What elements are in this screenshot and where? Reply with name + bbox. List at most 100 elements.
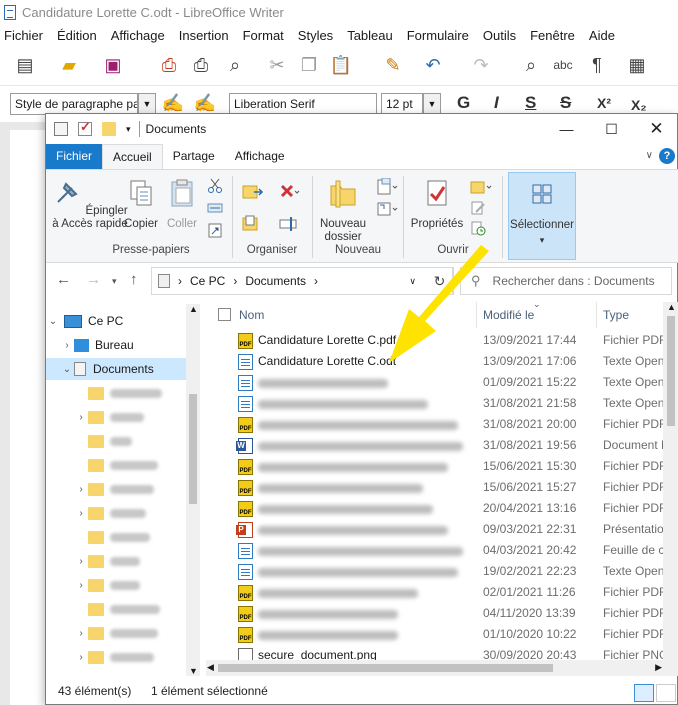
nav-item-documents[interactable]: ⌄ Documents bbox=[46, 358, 186, 380]
easy-access-icon[interactable] bbox=[376, 200, 398, 218]
paragraph-style-field[interactable]: Style de paragraphe par bbox=[10, 93, 138, 115]
file-row[interactable]: PDF 31/08/2021 20:00 Fichier PDF bbox=[206, 414, 666, 435]
file-row[interactable]: PDF 04/11/2020 13:39 Fichier PDF bbox=[206, 603, 666, 624]
help-icon[interactable]: ? bbox=[659, 148, 675, 164]
nav-subfolder[interactable] bbox=[46, 454, 186, 476]
print-preview-icon[interactable]: ⌕ bbox=[224, 54, 246, 76]
export-pdf-icon[interactable]: ⎙ bbox=[158, 54, 180, 76]
update-style-icon[interactable]: ✍ bbox=[162, 92, 184, 114]
scroll-down-icon[interactable]: ▼ bbox=[189, 666, 198, 676]
history-icon[interactable] bbox=[470, 220, 486, 236]
menu-format[interactable]: Format bbox=[243, 28, 284, 43]
checkmark-quick-icon[interactable] bbox=[78, 119, 92, 136]
expand-chevron-icon[interactable]: › bbox=[60, 340, 74, 351]
clone-formatting-icon[interactable]: ✎ bbox=[382, 54, 404, 76]
font-size-field[interactable]: 12 pt bbox=[381, 93, 423, 115]
maximize-button[interactable]: ☐ bbox=[589, 114, 634, 144]
edit-icon[interactable] bbox=[470, 200, 486, 216]
tab-accueil[interactable]: Accueil bbox=[102, 144, 163, 169]
strikethrough-button[interactable]: S bbox=[560, 93, 571, 113]
cut-icon[interactable]: ✂ bbox=[266, 54, 288, 76]
copy-to-icon[interactable] bbox=[242, 214, 264, 234]
file-row[interactable]: Candidature Lorette C.odt 13/09/2021 17:0… bbox=[206, 351, 667, 372]
collapse-chevron-icon[interactable]: ⌄ bbox=[46, 316, 60, 327]
new-document-icon[interactable]: ▤ bbox=[14, 54, 36, 76]
font-size-dropdown[interactable]: ▼ bbox=[423, 93, 441, 115]
column-divider[interactable] bbox=[596, 302, 597, 328]
back-arrow-icon[interactable]: ← bbox=[56, 271, 71, 288]
nav-subfolder[interactable]: › bbox=[46, 406, 186, 428]
subscript-button[interactable]: X₂ bbox=[631, 97, 647, 113]
nav-item-bureau[interactable]: › Bureau bbox=[46, 334, 186, 356]
insert-table-icon[interactable]: ▦ bbox=[626, 54, 648, 76]
file-row[interactable]: PDF 02/01/2021 11:26 Fichier PDF bbox=[206, 582, 666, 603]
menu-styles[interactable]: Styles bbox=[298, 28, 333, 43]
nav-item-ce-pc[interactable]: ⌄ Ce PC bbox=[46, 310, 186, 332]
file-row[interactable]: PDF 15/06/2021 15:30 Fichier PDF bbox=[206, 456, 666, 477]
paste-shortcut-icon[interactable] bbox=[207, 222, 223, 238]
spelling-icon[interactable]: abc bbox=[552, 54, 574, 76]
menu-tableau[interactable]: Tableau bbox=[347, 28, 393, 43]
address-dropdown-icon[interactable]: ∨ bbox=[409, 276, 416, 287]
nav-subfolder[interactable]: › bbox=[46, 574, 186, 596]
delete-icon[interactable] bbox=[278, 182, 300, 202]
select-all-checkbox[interactable] bbox=[218, 308, 231, 321]
expand-chevron-icon[interactable]: › bbox=[74, 508, 88, 519]
nav-subfolder[interactable]: › bbox=[46, 478, 186, 500]
breadcrumb-ce-pc[interactable]: Ce PC bbox=[190, 274, 225, 288]
move-to-icon[interactable] bbox=[242, 182, 264, 202]
rename-icon[interactable] bbox=[278, 214, 300, 234]
search-box[interactable]: ⚲ Rechercher dans : Documents bbox=[460, 267, 672, 295]
large-icons-view-icon[interactable] bbox=[656, 684, 676, 702]
nav-subfolder[interactable]: › bbox=[46, 502, 186, 524]
new-folder-quick-icon[interactable] bbox=[102, 122, 116, 136]
save-icon[interactable]: ▣ bbox=[102, 54, 124, 76]
select-button[interactable]: Sélectionner ▾ bbox=[508, 172, 576, 260]
file-list-vertical-scrollbar[interactable]: ▲ bbox=[663, 302, 678, 676]
expand-chevron-icon[interactable]: › bbox=[74, 484, 88, 495]
forward-arrow-icon[interactable]: → bbox=[86, 271, 101, 288]
tab-fichier[interactable]: Fichier bbox=[46, 144, 103, 169]
file-row[interactable]: PDF 20/04/2021 13:16 Fichier PDF bbox=[206, 498, 666, 519]
menu-fenetre[interactable]: Fenêtre bbox=[530, 28, 575, 43]
copy-button[interactable]: Copier bbox=[120, 178, 162, 231]
redo-icon[interactable]: ↷ bbox=[470, 54, 492, 76]
expand-chevron-icon[interactable]: › bbox=[74, 556, 88, 567]
column-divider[interactable] bbox=[476, 302, 477, 328]
menu-insertion[interactable]: Insertion bbox=[179, 28, 229, 43]
new-folder-button[interactable]: Nouveau dossier bbox=[314, 178, 372, 244]
open-folder-icon[interactable]: ▰ bbox=[58, 54, 80, 76]
find-replace-icon[interactable]: ⌕ bbox=[520, 54, 542, 76]
pin-quick-access-button[interactable]: Épingler à Accès rapide bbox=[52, 178, 128, 231]
tab-partage[interactable]: Partage bbox=[163, 144, 225, 169]
menu-aide[interactable]: Aide bbox=[589, 28, 615, 43]
copy-icon[interactable]: ❐ bbox=[298, 54, 320, 76]
file-list-horizontal-scrollbar[interactable]: ◀ ▶ bbox=[206, 660, 663, 676]
scroll-left-icon[interactable]: ◀ bbox=[207, 662, 214, 673]
scroll-up-icon[interactable]: ▲ bbox=[667, 302, 676, 312]
scrollbar-thumb[interactable] bbox=[189, 394, 197, 504]
new-style-icon[interactable]: ✍ bbox=[194, 92, 216, 114]
properties-button[interactable]: Propriétés bbox=[406, 178, 468, 231]
scrollbar-thumb[interactable] bbox=[667, 316, 675, 426]
file-row[interactable]: 19/02/2021 22:23 Texte OpenD bbox=[206, 561, 667, 582]
up-arrow-icon[interactable]: ↑ bbox=[130, 271, 138, 288]
italic-button[interactable]: I bbox=[494, 93, 499, 113]
refresh-icon[interactable]: ↻ bbox=[426, 267, 454, 295]
navigation-scrollbar[interactable]: ▲ ▼ bbox=[186, 304, 200, 676]
nav-subfolder[interactable] bbox=[46, 598, 186, 620]
nav-subfolder[interactable] bbox=[46, 382, 186, 404]
file-row[interactable]: 31/08/2021 19:56 Document M bbox=[206, 435, 667, 456]
nav-subfolder[interactable] bbox=[46, 526, 186, 548]
undo-icon[interactable]: ↶ bbox=[422, 54, 444, 76]
scroll-right-icon[interactable]: ▶ bbox=[655, 662, 662, 673]
open-with-icon[interactable] bbox=[470, 178, 492, 196]
menu-affichage[interactable]: Affichage bbox=[111, 28, 165, 43]
scrollbar-thumb[interactable] bbox=[218, 664, 553, 672]
nav-subfolder[interactable]: › bbox=[46, 646, 186, 668]
menu-fichier[interactable]: Fichier bbox=[4, 28, 43, 43]
column-modified[interactable]: Modifié le bbox=[483, 308, 534, 322]
menu-edition[interactable]: Édition bbox=[57, 28, 97, 43]
cut-icon[interactable] bbox=[207, 178, 223, 194]
minimize-button[interactable]: — bbox=[544, 114, 589, 144]
